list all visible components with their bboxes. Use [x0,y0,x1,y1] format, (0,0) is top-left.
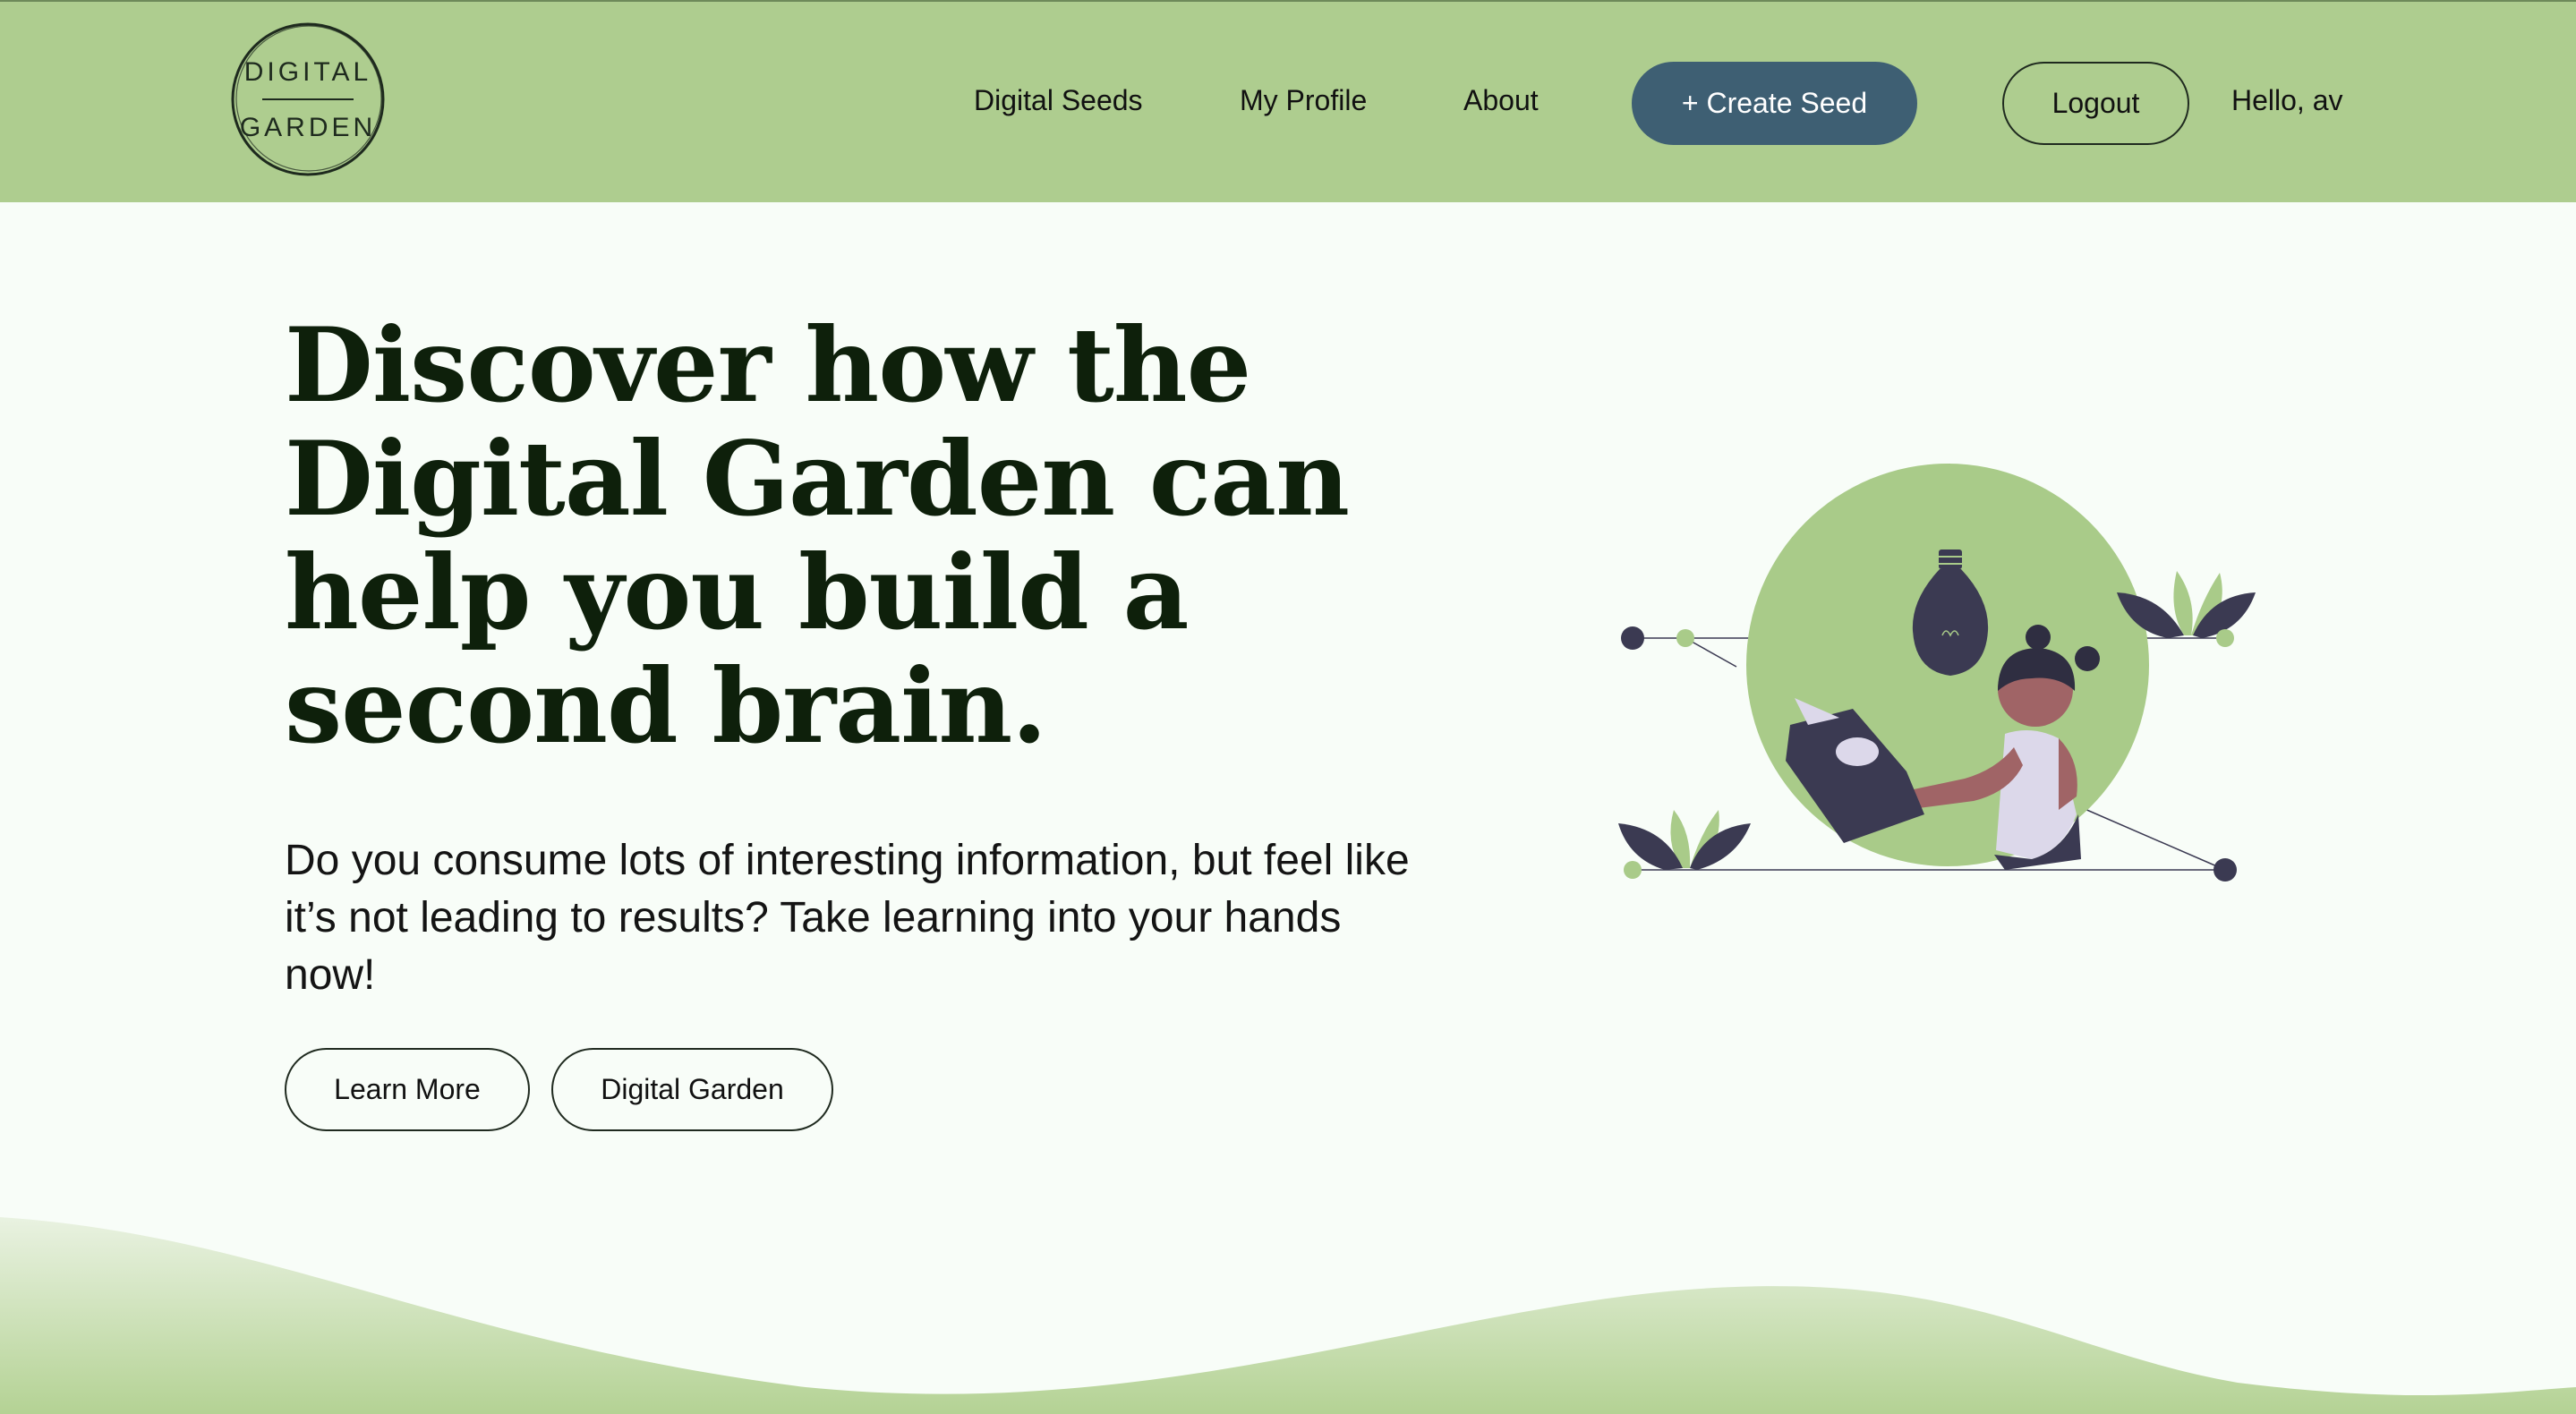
logout-button[interactable]: Logout [2002,62,2189,145]
top-nav-bar: DIGITAL GARDEN Digital Seeds My Profile … [0,0,2576,202]
hero-subtitle: Do you consume lots of interesting infor… [285,837,1410,999]
bottom-wave-decoration [0,1217,2576,1414]
plant-left-icon [1618,810,1751,870]
user-greeting: Hello, av [2231,84,2343,116]
logo-circle-icon: DIGITAL GARDEN [231,22,385,176]
nav-digital-seeds[interactable]: Digital Seeds [974,84,1143,117]
logo-text-top: DIGITAL [244,57,371,87]
digital-garden-button[interactable]: Digital Garden [551,1048,833,1131]
nav-my-profile[interactable]: My Profile [1240,84,1367,117]
create-seed-button[interactable]: + Create Seed [1632,62,1917,145]
nav-about[interactable]: About [1463,84,1539,117]
digital-garden-logo[interactable]: DIGITAL GARDEN [228,20,388,179]
reading-woman-illustration [1618,464,2256,882]
hero-title: Discover how the Digital Garden can help… [285,305,1350,766]
logo-text-bottom: GARDEN [240,113,376,142]
learn-more-button[interactable]: Learn More [285,1048,530,1131]
